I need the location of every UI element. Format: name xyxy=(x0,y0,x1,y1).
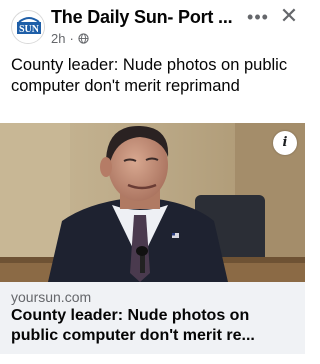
more-horizontal-icon[interactable]: ••• xyxy=(245,6,271,28)
post-meta: 2h · xyxy=(51,31,89,46)
avatar-text: SUN xyxy=(19,24,40,35)
post-header: SUN The Daily Sun- Port ... 2h · ••• ✕ xyxy=(0,0,305,52)
post-time[interactable]: 2h xyxy=(51,31,65,46)
close-icon[interactable]: ✕ xyxy=(278,4,300,28)
separator-dot: · xyxy=(69,31,74,46)
post-caption: County leader: Nude photos on public com… xyxy=(11,56,288,95)
info-icon[interactable]: i xyxy=(273,131,297,155)
page-avatar[interactable]: SUN xyxy=(11,10,45,44)
globe-icon xyxy=(78,33,89,44)
page-name-link[interactable]: The Daily Sun- Port ... xyxy=(51,7,247,28)
link-domain: yoursun.com xyxy=(11,289,92,305)
link-title[interactable]: County leader: Nude photos on public com… xyxy=(11,306,299,346)
article-photo[interactable] xyxy=(0,123,305,282)
daily-sun-logo: SUN xyxy=(13,12,44,43)
news-photo-man-at-podium xyxy=(0,123,305,282)
